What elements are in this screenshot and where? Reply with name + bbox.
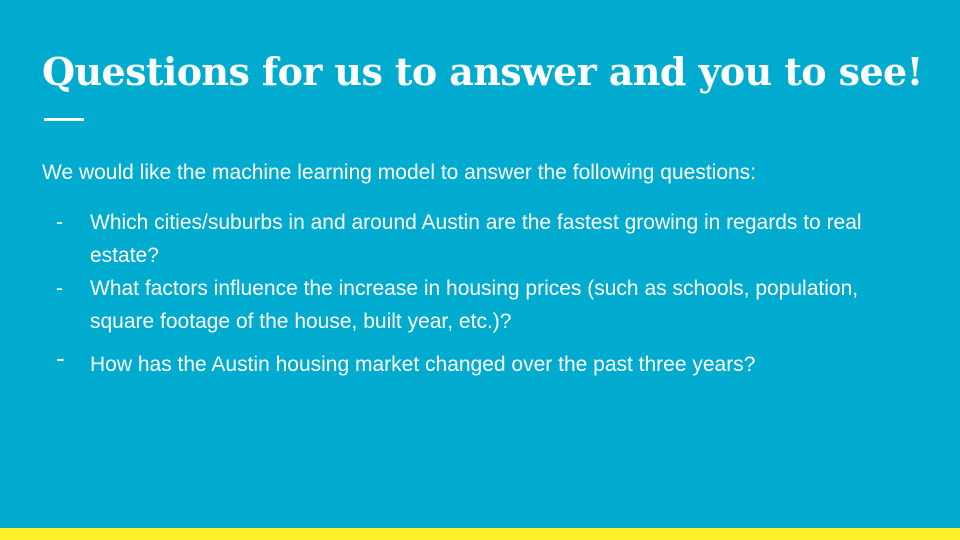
intro-text: We would like the machine learning model… (42, 161, 757, 184)
question-item: - How has the Austin housing market chan… (0, 343, 920, 381)
bottom-accent-bar (0, 528, 960, 540)
question-text: What factors influence the increase in h… (90, 277, 859, 333)
question-item: - What factors influence the increase in… (0, 272, 920, 338)
slide-title: Questions for us to answer and you to se… (42, 49, 923, 94)
dash-bullet: - (56, 211, 63, 234)
question-item: - Which cities/suburbs in and around Aus… (0, 206, 920, 272)
slide: Questions for us to answer and you to se… (0, 0, 960, 540)
dash-bullet: - (56, 277, 63, 300)
question-text: Which cities/suburbs in and around Austi… (90, 211, 862, 267)
title-underline (44, 118, 84, 121)
dash-bullet: - (56, 343, 65, 373)
question-list: - Which cities/suburbs in and around Aus… (0, 206, 960, 381)
question-text: How has the Austin housing market change… (90, 353, 756, 376)
